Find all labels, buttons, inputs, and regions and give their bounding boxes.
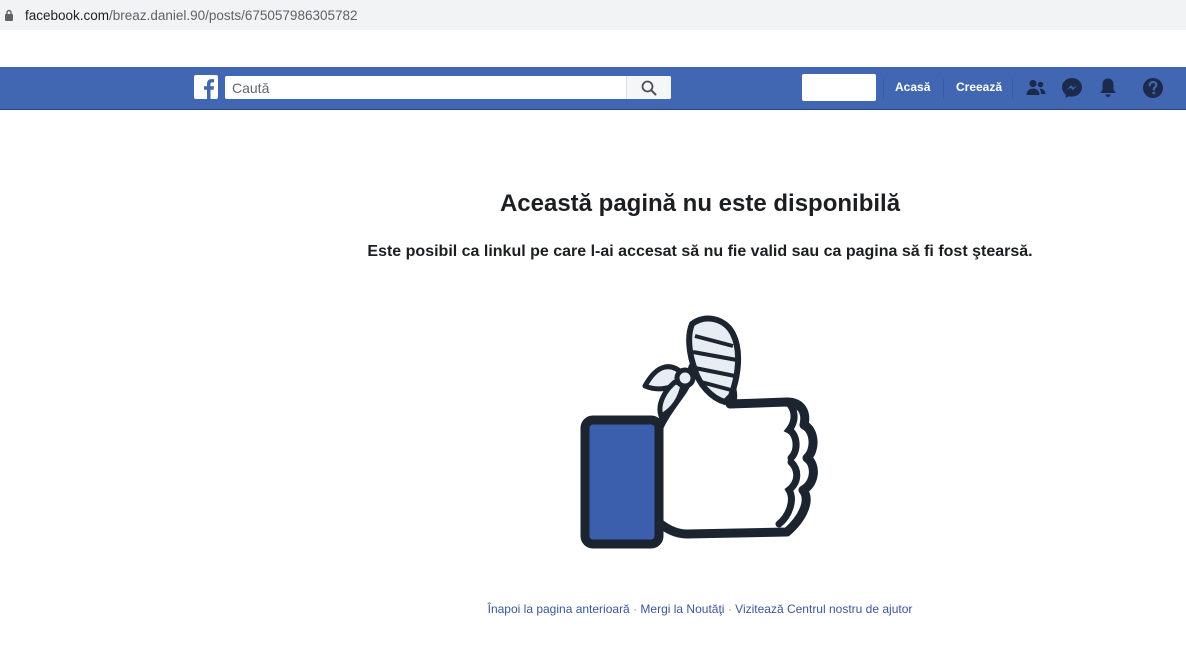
search-button[interactable] xyxy=(626,76,671,99)
url-host: facebook.com xyxy=(25,8,110,23)
facebook-logo-icon[interactable] xyxy=(194,75,218,99)
error-message: Este posibil ca linkul pe care l-ai acce… xyxy=(367,243,1033,260)
help-center-link[interactable]: Vizitează Centrul nostru de ajutor xyxy=(735,602,912,616)
back-link[interactable]: Înapoi la pagina anterioară xyxy=(488,602,630,616)
link-separator: · xyxy=(633,602,638,616)
url-path: /breaz.daniel.90/posts/675057986305782 xyxy=(109,8,358,23)
help-icon[interactable] xyxy=(1141,76,1165,100)
messenger-icon[interactable] xyxy=(1060,76,1084,100)
nav-home-link[interactable]: Acasă xyxy=(895,80,930,94)
nav-create-link[interactable]: Creează xyxy=(956,80,1002,94)
news-feed-link[interactable]: Mergi la Noutăţi xyxy=(640,602,724,616)
search-input[interactable] xyxy=(225,76,625,99)
footer-links: Înapoi la pagina anterioară · Mergi la N… xyxy=(0,602,1186,616)
nav-divider xyxy=(883,79,884,99)
page-title: Această pagină nu este disponibilă xyxy=(499,190,901,217)
friends-icon[interactable] xyxy=(1024,76,1048,100)
browser-address-bar[interactable]: facebook.com/breaz.daniel.90/posts/67505… xyxy=(0,0,1186,30)
search-icon xyxy=(641,80,657,95)
profile-button[interactable] xyxy=(802,74,876,101)
url-text[interactable]: facebook.com/breaz.daniel.90/posts/67505… xyxy=(25,8,358,23)
lock-icon xyxy=(5,9,13,21)
link-separator: · xyxy=(727,602,732,616)
search-box[interactable] xyxy=(225,76,671,99)
nav-divider xyxy=(1012,79,1013,99)
facebook-header: Acasă Creează xyxy=(0,67,1186,110)
notifications-icon[interactable] xyxy=(1096,76,1120,100)
broken-thumbs-up-icon xyxy=(580,315,818,549)
nav-divider xyxy=(943,79,944,99)
